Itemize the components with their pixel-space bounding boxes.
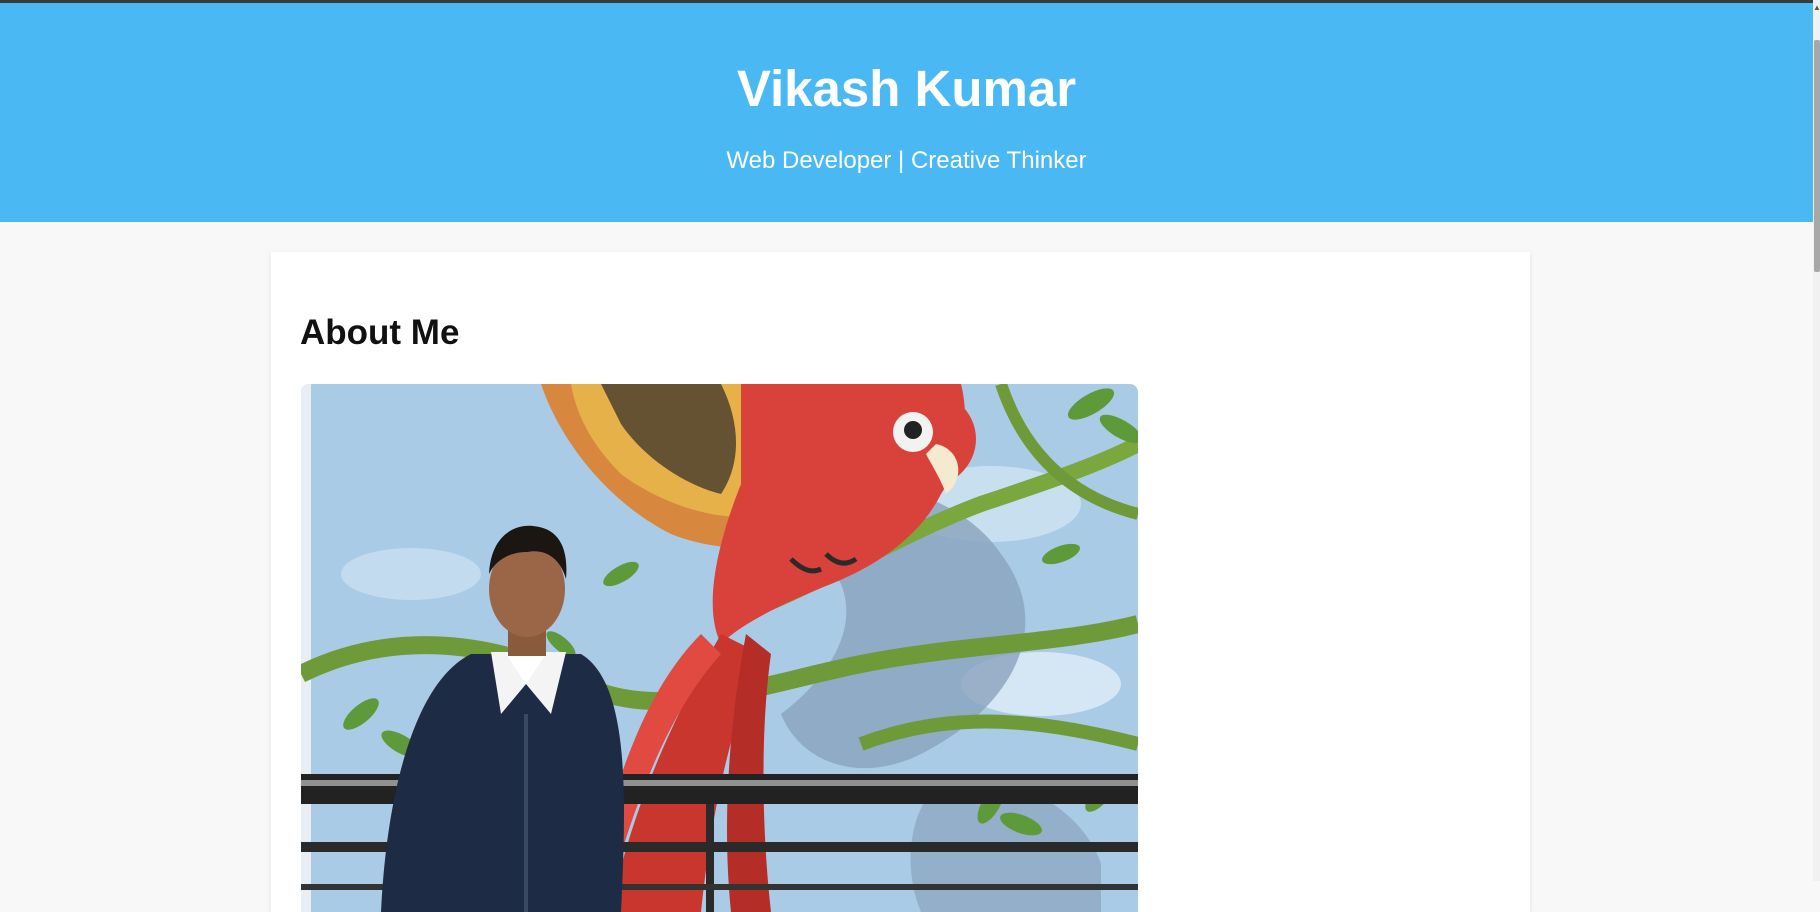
scrollbar-thumb[interactable] [1814, 40, 1820, 272]
site-header: Vikash Kumar Web Developer | Creative Th… [0, 3, 1813, 222]
about-heading: About Me [300, 313, 460, 352]
profile-photo [301, 384, 1138, 912]
about-section: About Me [271, 252, 1530, 912]
vertical-scrollbar[interactable]: ▲ [1813, 0, 1820, 881]
site-title: Vikash Kumar [736, 60, 1077, 117]
site-tagline: Web Developer | Creative Thinker [726, 147, 1087, 174]
scroll-up-arrow-icon[interactable]: ▲ [1813, 3, 1820, 13]
